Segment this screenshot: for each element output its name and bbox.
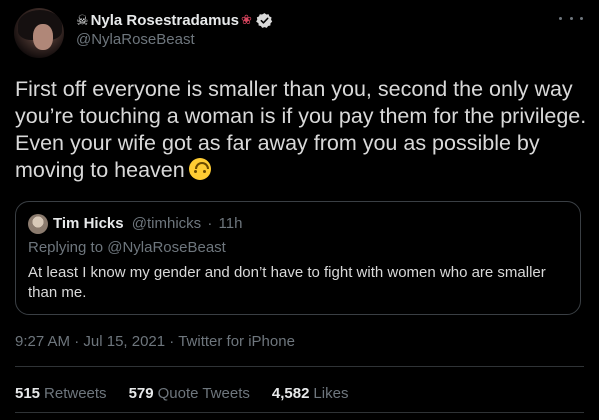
quote-tweets-count: 579 <box>128 385 154 402</box>
quoted-tweet-card[interactable]: Tim Hicks @timhicks · 11h Replying to @N… <box>15 201 581 315</box>
verified-badge-icon <box>256 12 273 28</box>
quoted-author-name: Tim Hicks <box>53 215 124 232</box>
retweets-stat[interactable]: 515 Retweets <box>15 385 107 402</box>
more-options-icon[interactable] <box>559 12 583 24</box>
quoted-meta-separator: · <box>207 215 213 232</box>
tweet-text: First off everyone is smaller than you, … <box>15 76 590 184</box>
engagement-stats: 515 Retweets 579 Quote Tweets 4,582 Likes <box>15 385 348 402</box>
author-handle[interactable]: @NylaRoseBeast <box>76 31 195 48</box>
quote-tweets-label: Quote Tweets <box>157 385 250 402</box>
likes-label: Likes <box>313 385 349 402</box>
tweet-timestamp: 9:27 AM · Jul 15, 2021 · Twitter for iPh… <box>15 333 295 350</box>
tweet-body: First off everyone is smaller than you, … <box>15 77 587 182</box>
quoted-author-avatar <box>28 214 48 234</box>
author-name-row[interactable]: ☠ Nyla Rosestradamus ❀ <box>76 10 273 30</box>
replying-to-handle[interactable]: @NylaRoseBeast <box>107 239 226 256</box>
replying-to-prefix: Replying to <box>28 239 104 256</box>
likes-stat[interactable]: 4,582 Likes <box>272 385 349 402</box>
author-avatar[interactable] <box>14 8 64 58</box>
quoted-tweet-header: Tim Hicks @timhicks · 11h <box>53 214 242 234</box>
timestamp-separator-1: · <box>74 333 80 350</box>
quoted-tweet-age: 11h <box>218 215 243 232</box>
author-display-name[interactable]: Nyla Rosestradamus <box>91 12 239 29</box>
replying-to-line: Replying to @NylaRoseBeast <box>28 239 226 256</box>
divider <box>15 366 584 367</box>
skull-icon: ☠ <box>76 12 89 28</box>
rose-icon: ❀ <box>240 12 252 27</box>
tweet-time[interactable]: 9:27 AM <box>15 333 70 350</box>
tweet-source[interactable]: Twitter for iPhone <box>178 333 295 350</box>
divider <box>15 412 584 413</box>
timestamp-separator-2: · <box>169 333 175 350</box>
avatar-face <box>33 24 53 50</box>
retweets-count: 515 <box>15 385 41 402</box>
retweets-label: Retweets <box>44 385 107 402</box>
likes-count: 4,582 <box>271 385 310 402</box>
tweet-detail: ☠ Nyla Rosestradamus ❀ @NylaRoseBeast Fi… <box>0 0 599 420</box>
quoted-author-handle: @timhicks <box>131 215 202 232</box>
quoted-tweet-text: At least I know my gender and don’t have… <box>28 264 546 301</box>
quote-tweets-stat[interactable]: 579 Quote Tweets <box>129 385 250 402</box>
upside-down-face-icon <box>188 158 211 180</box>
tweet-date[interactable]: Jul 15, 2021 <box>83 333 165 350</box>
